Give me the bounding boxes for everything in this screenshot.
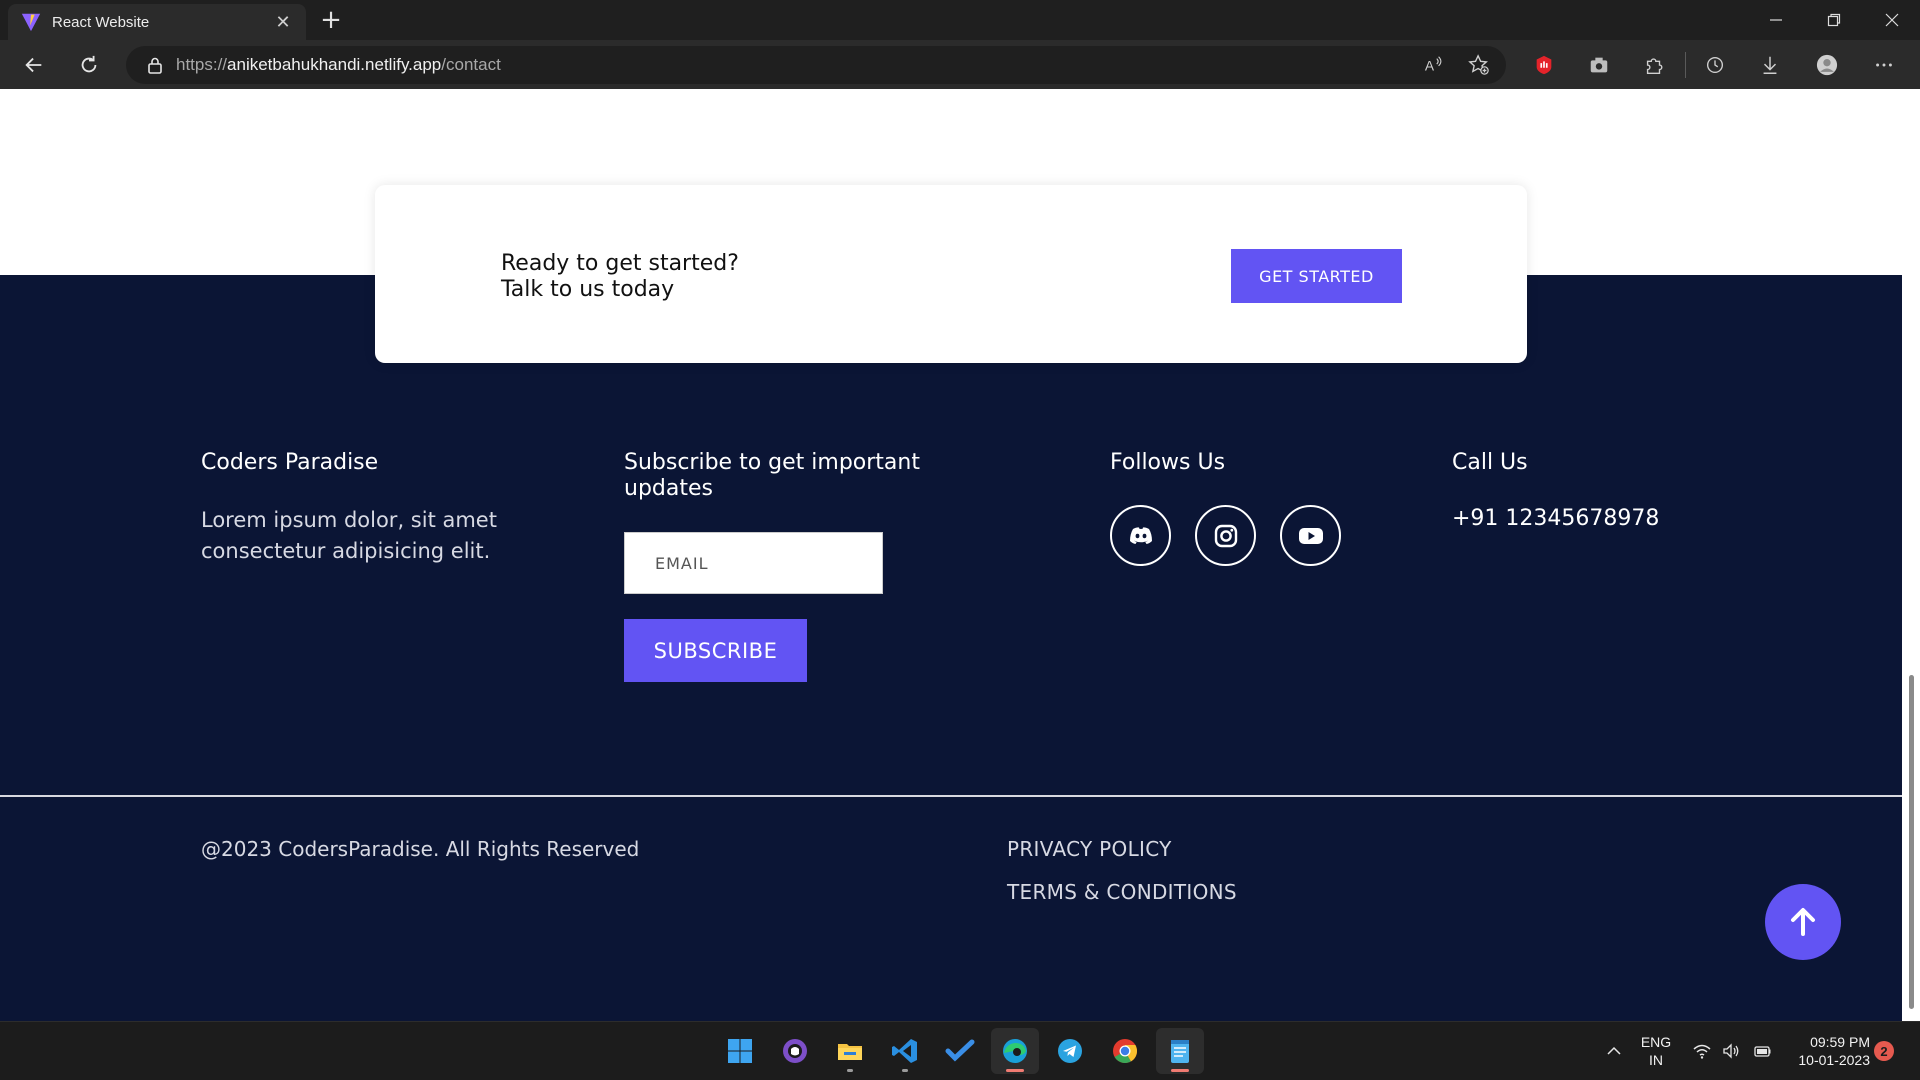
back-arrow-icon [25, 57, 42, 73]
notepad-icon[interactable] [1156, 1028, 1204, 1074]
volume-icon[interactable] [1720, 1040, 1742, 1062]
get-started-button[interactable]: GET STARTED [1231, 249, 1402, 303]
extensions-icon[interactable] [1639, 50, 1669, 80]
vscode-icon[interactable] [881, 1028, 929, 1074]
youtube-link[interactable] [1280, 505, 1341, 566]
more-icon[interactable] [1869, 50, 1899, 80]
notification-badge[interactable]: 2 [1874, 1041, 1894, 1061]
privacy-policy-link[interactable]: PRIVACY POLICY [1007, 837, 1172, 861]
scrollbar-thumb[interactable] [1909, 675, 1914, 1009]
refresh-button[interactable] [72, 48, 106, 82]
brand-title: Coders Paradise [201, 450, 379, 475]
active-indicator [1006, 1069, 1024, 1072]
github-desktop-icon[interactable] [771, 1028, 819, 1074]
language-line-1: ENG [1640, 1034, 1672, 1050]
youtube-icon [1298, 527, 1323, 544]
windows-taskbar: ENG IN 09:59 PM 10-01-2023 2 [0, 1021, 1920, 1080]
telegram-icon[interactable] [1046, 1028, 1094, 1074]
subscribe-button[interactable]: SUBSCRIBE [624, 619, 807, 682]
close-icon [1885, 13, 1899, 27]
close-window-button[interactable] [1864, 0, 1920, 40]
read-aloud-icon[interactable]: A [1419, 50, 1449, 80]
url-scheme: https:// [176, 55, 228, 74]
back-button[interactable] [17, 48, 51, 82]
windows-start-icon[interactable] [716, 1028, 764, 1074]
screenshot-icon[interactable] [1584, 50, 1614, 80]
brand-description: Lorem ipsum dolor, sit amet consectetur … [201, 505, 497, 567]
chrome-icon[interactable] [1101, 1028, 1149, 1074]
scroll-to-top-button[interactable] [1765, 884, 1841, 960]
arrow-up-icon [1791, 908, 1815, 936]
discord-link[interactable] [1110, 505, 1171, 566]
toolbar-separator [1685, 52, 1686, 78]
page-scrollbar[interactable] [1902, 89, 1920, 1021]
minimize-icon [1770, 19, 1782, 21]
active-indicator [1171, 1069, 1189, 1072]
language-indicator[interactable]: ENG IN [1636, 1033, 1676, 1069]
minimize-window-button[interactable] [1748, 0, 1804, 40]
url-text: https://aniketbahukhandi.netlify.app/con… [176, 55, 501, 75]
downloads-icon[interactable] [1755, 50, 1785, 80]
clock[interactable]: 09:59 PM 10-01-2023 [1790, 1033, 1870, 1069]
new-tab-button[interactable]: + [316, 6, 346, 36]
screen: React Website ✕ + https://aniketbahukhan… [0, 0, 1920, 1080]
restore-icon [1827, 13, 1841, 27]
clock-date: 10-01-2023 [1798, 1052, 1870, 1068]
history-icon[interactable] [1700, 50, 1730, 80]
restore-window-button[interactable] [1806, 0, 1862, 40]
phone-number[interactable]: +91 12345678978 [1452, 506, 1659, 531]
profile-icon[interactable] [1812, 50, 1842, 80]
url-path: /contact [441, 55, 501, 74]
favorites-add-icon[interactable] [1464, 50, 1494, 80]
address-bar[interactable]: https://aniketbahukhandi.netlify.app/con… [126, 46, 1506, 84]
url-host: aniketbahukhandi.netlify.app [227, 55, 442, 74]
chevron-up-icon[interactable] [1603, 1040, 1625, 1062]
follow-title: Follows Us [1110, 450, 1226, 475]
running-indicator [902, 1069, 908, 1072]
instagram-icon [1214, 524, 1237, 547]
battery-icon[interactable] [1751, 1040, 1773, 1062]
call-title: Call Us [1452, 450, 1528, 475]
cta-line-2: Talk to us today [501, 277, 675, 302]
brand-description-line-2: consectetur adipisicing elit. [201, 539, 491, 563]
browser-toolbar: https://aniketbahukhandi.netlify.app/con… [0, 40, 1920, 89]
browser-tab-bar: React Website ✕ + [0, 0, 1920, 40]
extension-red-icon[interactable] [1529, 50, 1559, 80]
running-indicator [847, 1069, 853, 1072]
brand-description-line-1: Lorem ipsum dolor, sit amet [201, 508, 497, 532]
footer-divider [0, 795, 1902, 797]
tab-title: React Website [52, 13, 150, 31]
subscribe-title: Subscribe to get important updates [624, 450, 920, 502]
todo-icon[interactable] [936, 1028, 984, 1074]
browser-tab[interactable]: React Website ✕ [8, 4, 306, 40]
vite-favicon-icon [21, 13, 41, 32]
copyright-text: @2023 CodersParadise. All Rights Reserve… [201, 837, 640, 861]
file-explorer-icon[interactable] [826, 1028, 874, 1074]
terms-conditions-link[interactable]: TERMS & CONDITIONS [1007, 880, 1237, 904]
cta-text: Ready to get started? Talk to us today [501, 251, 739, 303]
cta-line-1: Ready to get started? [501, 251, 739, 276]
wifi-icon[interactable] [1691, 1040, 1713, 1062]
web-page: Ready to get started? Talk to us today G… [0, 89, 1902, 1021]
cta-card: Ready to get started? Talk to us today G… [375, 185, 1527, 363]
close-tab-icon[interactable]: ✕ [272, 12, 294, 33]
subscribe-title-line-2: updates [624, 476, 713, 501]
subscribe-title-line-1: Subscribe to get important [624, 450, 920, 475]
refresh-icon [81, 55, 97, 73]
svg-text:A: A [1425, 59, 1435, 74]
instagram-link[interactable] [1195, 505, 1256, 566]
clock-time: 09:59 PM [1810, 1034, 1870, 1050]
email-field[interactable] [624, 532, 883, 594]
discord-icon [1129, 526, 1152, 544]
lock-icon [148, 57, 162, 74]
language-line-2: IN [1649, 1052, 1663, 1068]
edge-icon[interactable] [991, 1028, 1039, 1074]
